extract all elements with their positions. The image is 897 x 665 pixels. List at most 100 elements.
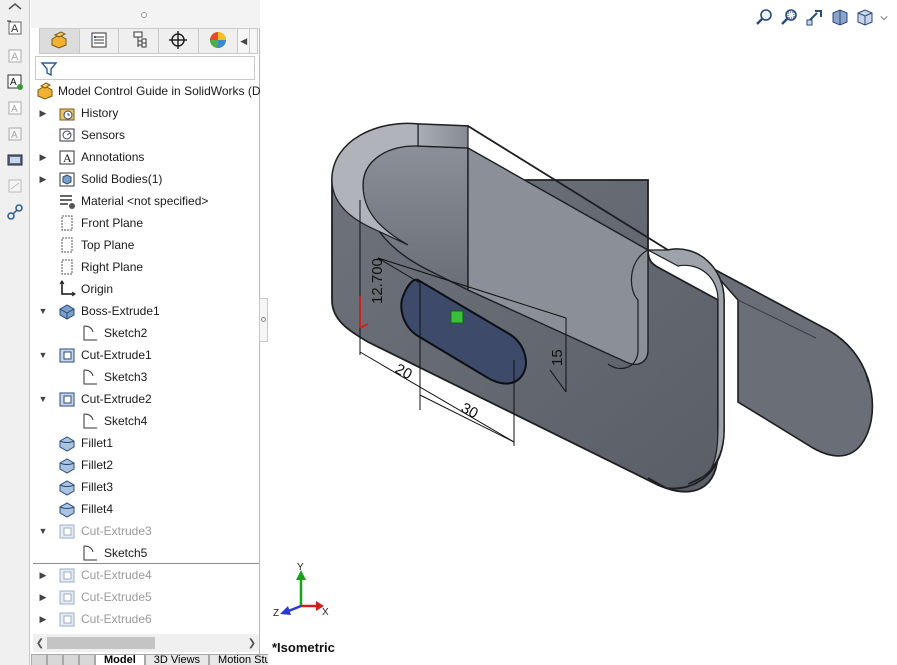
expand-arrow-icon[interactable]: ▶ xyxy=(38,570,48,580)
tree-item[interactable]: ▶ Cut-Extrude6 xyxy=(31,608,260,630)
tree-item-label: Cut-Extrude6 xyxy=(81,612,152,626)
model-view[interactable]: 12.700 20 30 15 Y X Z xyxy=(268,0,897,665)
expand-arrow-icon[interactable]: ▶ xyxy=(38,592,48,602)
expand-arrow-icon[interactable]: ▶ xyxy=(38,174,48,184)
tree-filter[interactable] xyxy=(35,56,255,80)
surface-finish-icon[interactable]: A xyxy=(4,124,26,144)
part-body[interactable] xyxy=(331,122,874,493)
tree-item[interactable]: ▶ Solid Bodies(1) xyxy=(31,168,260,190)
expand-arrow-icon[interactable]: ▶ xyxy=(38,614,48,624)
tree-item[interactable]: Sensors xyxy=(31,124,260,146)
zoom-to-fit-button[interactable] xyxy=(754,7,776,29)
tree-item-label: Cut-Extrude2 xyxy=(81,392,152,406)
view-orientation-button[interactable] xyxy=(854,7,876,29)
svg-text:A: A xyxy=(11,130,18,141)
collapse-icon[interactable] xyxy=(4,2,26,12)
fillet-icon xyxy=(58,500,76,518)
axis-triad[interactable]: Y X Z xyxy=(273,562,329,619)
feature-manager-icon xyxy=(49,30,69,53)
property-manager-tab[interactable] xyxy=(80,29,120,53)
tree-item[interactable]: Fillet3 xyxy=(31,476,260,498)
tree-item[interactable]: Front Plane xyxy=(31,212,260,234)
tree-item[interactable]: ▶ Cut-Extrude4 xyxy=(31,564,260,586)
tree-item[interactable]: ▼ Cut-Extrude2 xyxy=(31,388,260,410)
tree-item-label: Solid Bodies(1) xyxy=(81,172,163,186)
feature-manager-tab[interactable] xyxy=(40,29,80,53)
collapse-arrow-icon[interactable]: ▼ xyxy=(38,350,48,360)
scroll-thumb[interactable] xyxy=(47,637,155,649)
plane-icon xyxy=(58,236,76,254)
dim-15-label[interactable]: 15 xyxy=(549,349,566,366)
svg-text:A: A xyxy=(10,77,17,88)
tab-3d-views[interactable]: 3D Views xyxy=(144,654,210,665)
collapse-arrow-icon[interactable]: ▼ xyxy=(38,526,48,536)
expand-arrow-icon[interactable]: ▶ xyxy=(38,108,48,118)
tree-item[interactable]: ▶ A Annotations xyxy=(31,146,260,168)
tree-item-label: Annotations xyxy=(81,150,145,164)
tree-item[interactable]: Sketch4 xyxy=(31,410,260,432)
tree-item[interactable]: ▼ Boss-Extrude1 xyxy=(31,300,260,322)
tree-item-label: Cut-Extrude5 xyxy=(81,590,152,604)
material-icon xyxy=(58,192,76,210)
tree-item[interactable]: Top Plane xyxy=(31,234,260,256)
tab-nav-next[interactable] xyxy=(63,654,79,665)
graphics-area[interactable]: 12.700 20 30 15 Y X Z *Isometric xyxy=(268,0,897,665)
tree-item[interactable]: Sketch3 xyxy=(31,366,260,388)
tree-item[interactable]: Sketch5 xyxy=(31,542,260,564)
scroll-left-icon[interactable]: ❮ xyxy=(33,634,47,652)
cut-extrude-icon xyxy=(58,346,76,364)
tree-item[interactable]: Fillet4 xyxy=(31,498,260,520)
expand-arrow-icon[interactable]: ▶ xyxy=(38,152,48,162)
configuration-manager-tab[interactable] xyxy=(119,29,159,53)
triad-z-label: Z xyxy=(273,608,279,619)
tree-item[interactable]: ▼ Cut-Extrude3 xyxy=(31,520,260,542)
tree-item[interactable]: Fillet1 xyxy=(31,432,260,454)
cut-extrude-icon xyxy=(58,610,76,628)
autodimension-icon[interactable]: A xyxy=(4,46,26,66)
dim-12700-label[interactable]: 12.700 xyxy=(369,258,386,304)
dimxpert-tab[interactable] xyxy=(159,29,199,53)
horizontal-scrollbar[interactable]: ❮ ❯ xyxy=(33,634,259,652)
zoom-to-area-button[interactable] xyxy=(779,7,801,29)
scroll-right-icon[interactable]: ❯ xyxy=(245,634,259,652)
tree-item[interactable]: Origin xyxy=(31,278,260,300)
magnet-line-icon[interactable] xyxy=(4,202,26,222)
view-toolbar-dropdown-icon[interactable] xyxy=(879,7,889,29)
cut-extrude-icon xyxy=(58,566,76,584)
tab-nav-last[interactable] xyxy=(79,654,95,665)
sketch-icon xyxy=(81,368,99,386)
datum-icon[interactable] xyxy=(4,150,26,170)
tree-item[interactable]: ▶ History xyxy=(31,102,260,124)
collapse-arrow-icon[interactable]: ▼ xyxy=(38,394,48,404)
tree-item[interactable]: Sketch2 xyxy=(31,322,260,344)
zoom-to-area-icon xyxy=(780,7,800,30)
tree-item[interactable]: ▶ Cut-Extrude5 xyxy=(31,586,260,608)
tree-item[interactable]: ▼ Cut-Extrude1 xyxy=(31,344,260,366)
tab-nav-prev[interactable] xyxy=(47,654,63,665)
dim-30-label[interactable]: 30 xyxy=(458,400,481,423)
tab-model[interactable]: Model xyxy=(95,654,145,665)
previous-view-button[interactable] xyxy=(804,7,826,29)
previous-view-icon xyxy=(805,7,825,30)
stack-icon[interactable] xyxy=(4,176,26,196)
panel-splitter[interactable] xyxy=(259,298,268,342)
section-view-button[interactable] xyxy=(829,7,851,29)
note-icon[interactable]: A xyxy=(4,72,26,92)
tree-item-label: Sketch4 xyxy=(104,414,148,428)
sketch-icon xyxy=(81,324,99,342)
display-manager-tab[interactable] xyxy=(199,29,239,53)
collapse-arrow-icon[interactable]: ▼ xyxy=(38,306,48,316)
tab-nav-first[interactable] xyxy=(31,654,47,665)
tab-scroll-right-icon[interactable] xyxy=(250,29,258,53)
rollback-bar[interactable] xyxy=(33,563,259,564)
svg-text:A: A xyxy=(63,151,72,165)
cut-extrude-icon xyxy=(58,588,76,606)
tree-root[interactable]: Model Control Guide in SolidWorks (D xyxy=(31,80,261,102)
tree-item[interactable]: Material <not specified> xyxy=(31,190,260,212)
tree-item[interactable]: Fillet2 xyxy=(31,454,260,476)
panel-grip[interactable] xyxy=(31,0,260,28)
smart-dimension-icon[interactable]: A xyxy=(4,18,26,38)
tab-scroll-left-icon[interactable]: ◀ xyxy=(238,29,251,53)
tree-item[interactable]: Right Plane xyxy=(31,256,260,278)
balloon-icon[interactable]: A xyxy=(4,98,26,118)
